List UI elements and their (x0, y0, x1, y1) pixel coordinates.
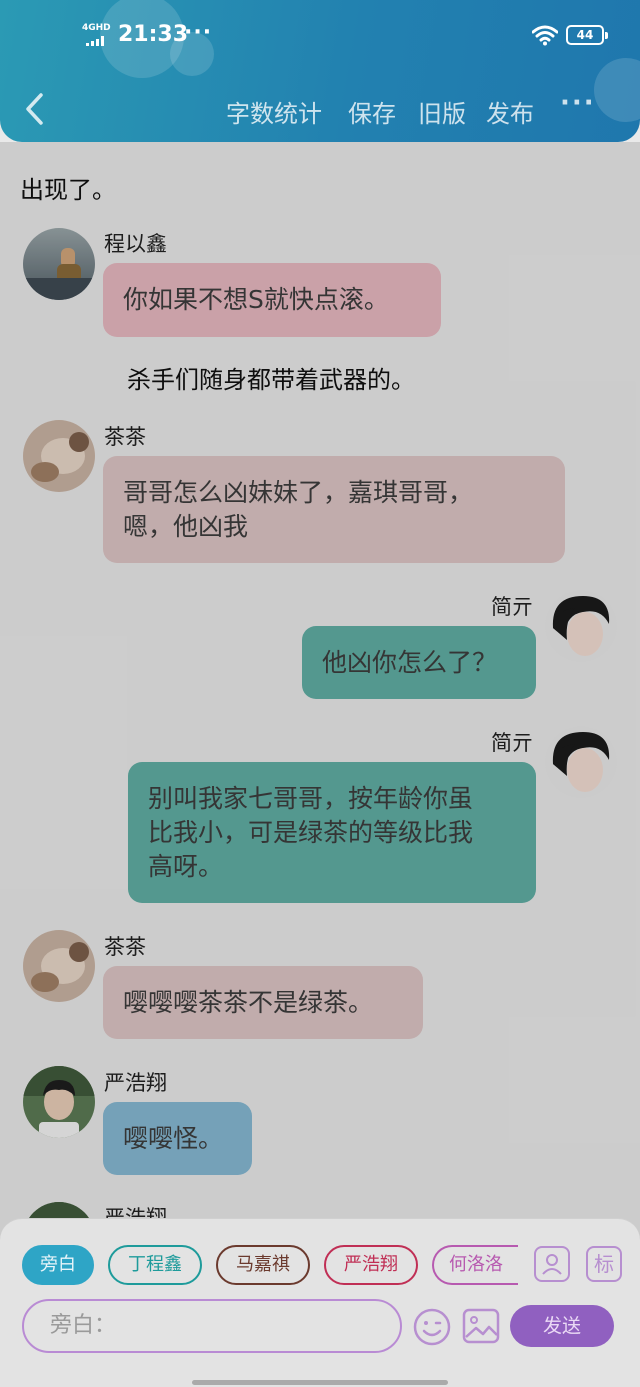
signal-icon (86, 36, 106, 46)
clock: 21:33 (118, 22, 189, 47)
image-icon[interactable] (462, 1307, 500, 1345)
message-bubble[interactable]: 他凶你怎么了？ (302, 626, 536, 699)
message-line: 高呀。 (148, 852, 224, 881)
back-arrow-icon[interactable] (22, 92, 48, 126)
avatar[interactable] (23, 930, 95, 1002)
speaker-name: 严浩翔 (104, 1071, 167, 1095)
save-button[interactable]: 保存 (348, 94, 396, 129)
old-version-button[interactable]: 旧版 (418, 94, 466, 129)
role-chip[interactable]: 丁程鑫 (108, 1245, 202, 1285)
chat-area[interactable]: 出现了。 程以鑫 你如果不想S就快点滚。 杀手们随身都带着武器的。 茶茶 哥哥怎… (0, 142, 640, 1232)
speaker-name: 程以鑫 (104, 232, 167, 256)
avatar[interactable] (545, 590, 617, 662)
message-bubble[interactable]: 你如果不想S就快点滚。 (103, 263, 441, 337)
avatar[interactable] (23, 1066, 95, 1138)
decor-bubble (594, 58, 640, 122)
more-menu-button[interactable]: ··· (560, 88, 596, 118)
status-bar: 4GHD 21:33 ··· 44 (0, 20, 640, 54)
emoji-icon[interactable] (412, 1307, 452, 1347)
character-card-icon[interactable] (534, 1246, 570, 1282)
home-indicator (192, 1380, 448, 1385)
network-type: 4GHD (82, 23, 111, 33)
battery-icon: 44 (566, 25, 608, 45)
role-chip[interactable]: 马嘉祺 (216, 1245, 310, 1285)
role-chip[interactable]: 何洛洛 (432, 1245, 518, 1285)
speaker-name: 简亓 (491, 595, 533, 619)
narration-text: 出现了。 (20, 176, 116, 204)
speaker-name: 茶茶 (104, 425, 146, 449)
message-bubble[interactable]: 嘤嘤怪。 (103, 1102, 252, 1175)
message-bubble[interactable]: 嘤嘤嘤茶茶不是绿茶。 (103, 966, 423, 1039)
message-line: 嘤嘤怪。 (123, 1124, 224, 1153)
avatar[interactable] (23, 228, 95, 300)
role-chip-narration[interactable]: 旁白 (22, 1245, 94, 1285)
message-bubble[interactable]: 别叫我家七哥哥，按年龄你虽 比我小，可是绿茶的等级比我 高呀。 (128, 762, 536, 903)
message-input[interactable]: 旁白： (22, 1299, 402, 1353)
message-bubble[interactable]: 哥哥怎么凶妹妹了，嘉琪哥哥， 嗯，他凶我 (103, 456, 565, 563)
avatar[interactable] (545, 726, 617, 798)
message-line: 他凶你怎么了？ (322, 648, 498, 677)
word-count-button[interactable]: 字数统计 (226, 94, 322, 129)
role-chip[interactable]: 严浩翔 (324, 1245, 418, 1285)
narration-text: 杀手们随身都带着武器的。 (127, 366, 415, 394)
message-line: 你如果不想S就快点滚。 (123, 285, 389, 314)
top-app-bar: 4GHD 21:33 ··· 44 字数统计 保存 旧版 发布 ··· (0, 0, 640, 142)
send-button[interactable]: 发送 (510, 1305, 614, 1347)
speaker-name: 简亓 (491, 731, 533, 755)
message-line: 哥哥怎么凶妹妹了，嘉琪哥哥， (123, 478, 474, 507)
tag-button[interactable]: 标 (586, 1246, 622, 1282)
message-line: 嗯，他凶我 (123, 512, 249, 541)
publish-button[interactable]: 发布 (486, 94, 534, 129)
avatar[interactable] (23, 420, 95, 492)
wifi-icon (532, 25, 558, 46)
speaker-name: 茶茶 (104, 935, 146, 959)
message-line: 比我小，可是绿茶的等级比我 (148, 818, 474, 847)
composer-panel: 旁白 丁程鑫 马嘉祺 严浩翔 何洛洛 标 旁白： 发送 (0, 1218, 640, 1387)
message-line: 别叫我家七哥哥，按年龄你虽 (148, 784, 474, 813)
status-more-dots: ··· (184, 20, 213, 45)
message-line: 嘤嘤嘤茶茶不是绿茶。 (123, 988, 374, 1017)
